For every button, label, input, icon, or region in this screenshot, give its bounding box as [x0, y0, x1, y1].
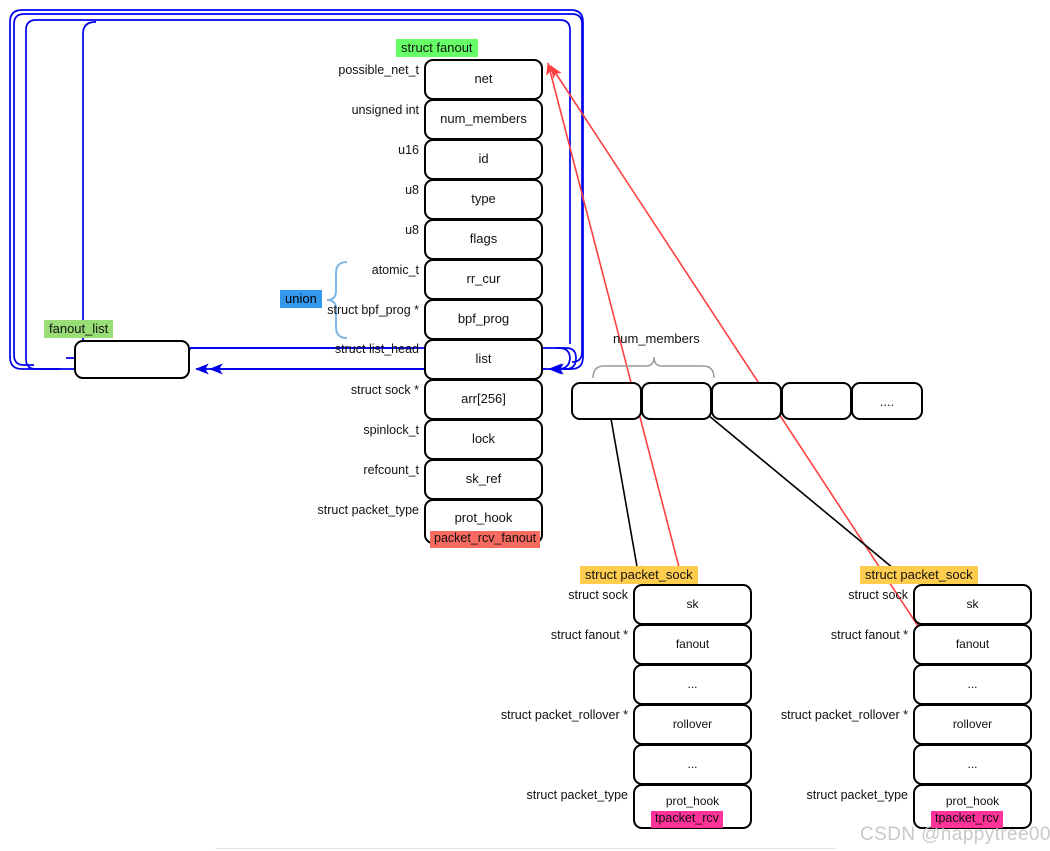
psr-field-rollover: rollover: [913, 704, 1032, 745]
union-label: union: [280, 290, 322, 308]
fanout-field-bpf_prog-label: bpf_prog: [457, 311, 510, 327]
psl-type-rollover: struct packet_rollover *: [500, 708, 628, 722]
psr-field-gap1-label: ...: [967, 676, 978, 691]
fanout-field-list: list: [424, 339, 543, 380]
psl-field-sk-label: sk: [686, 596, 699, 611]
fanout-list-node: [74, 340, 190, 379]
psl-field-gap2-label: ...: [687, 756, 698, 771]
arr-cell-2: [711, 382, 782, 420]
fanout-field-arr: arr[256]: [424, 379, 543, 420]
psr-field-gap2-label: ...: [967, 756, 978, 771]
fanout-field-type: type: [424, 179, 543, 220]
fanout-type-type: u8: [405, 183, 419, 197]
fanout-field-net-label: net: [474, 71, 493, 87]
packet-sock-right-title: struct packet_sock: [860, 566, 978, 584]
fanout-pointer-arrows: [546, 62, 936, 653]
fanout-field-sk_ref-label: sk_ref: [465, 471, 502, 487]
fanout-field-lock: lock: [424, 419, 543, 460]
fanout-field-net: net: [424, 59, 543, 100]
psl-field-gap2: ...: [633, 744, 752, 785]
fanout-field-arr-label: arr[256]: [461, 391, 506, 407]
fanout-type-flags: u8: [405, 223, 419, 237]
psr-field-gap2: ...: [913, 744, 1032, 785]
fanout-field-lock-label: lock: [471, 431, 496, 447]
fanout-field-flags: flags: [424, 219, 543, 260]
arr-cell-3: [781, 382, 852, 420]
psr-field-sk: sk: [913, 584, 1032, 625]
fanout-type-net: possible_net_t: [338, 63, 419, 77]
psl-type-prot_hook: struct packet_type: [526, 788, 628, 802]
psr-field-fanout-label: fanout: [955, 636, 990, 651]
psl-field-rollover-label: rollover: [672, 716, 713, 731]
psr-prot_hook-handler: tpacket_rcv: [931, 811, 1003, 828]
packet-sock-left-title: struct packet_sock: [580, 566, 698, 584]
num-members-brace: [592, 356, 715, 379]
fanout-type-prot_hook: struct packet_type: [317, 503, 419, 517]
fanout-field-num_members: num_members: [424, 99, 543, 140]
psl-field-gap1-label: ...: [687, 676, 698, 691]
array-member-arrows: [606, 395, 906, 579]
fanout-field-prot_hook-label: prot_hook: [454, 510, 513, 525]
diagram-canvas: struct fanout net possible_net_t num_mem…: [0, 0, 1050, 851]
struct-fanout-title: struct fanout: [396, 39, 478, 57]
num-members-brace-label: num_members: [613, 331, 700, 346]
fanout-type-rr_cur: atomic_t: [371, 263, 419, 277]
fanout-field-type-label: type: [471, 191, 496, 207]
fanout-field-sk_ref: sk_ref: [424, 459, 543, 500]
fanout-field-list-label: list: [475, 351, 492, 367]
psl-field-fanout-label: fanout: [675, 636, 710, 651]
arr-cell-0: [571, 382, 642, 420]
fanout-field-rr_cur: rr_cur: [424, 259, 543, 300]
arr-cell-1: [641, 382, 712, 420]
arr-cell-4: ....: [851, 382, 923, 420]
psr-type-sk: struct sock: [848, 588, 908, 602]
fanout-prot_hook-handler: packet_rcv_fanout: [430, 531, 541, 548]
fanout-type-sk_ref: refcount_t: [363, 463, 419, 477]
psr-type-fanout: struct fanout *: [830, 628, 908, 642]
fanout-field-bpf_prog: bpf_prog: [424, 299, 543, 340]
fanout-type-list: struct list_head: [334, 342, 419, 356]
psl-type-sk: struct sock: [568, 588, 628, 602]
fanout-type-lock: spinlock_t: [363, 423, 419, 437]
psl-type-fanout: struct fanout *: [550, 628, 628, 642]
psl-field-gap1: ...: [633, 664, 752, 705]
arr-cell-4-label: ....: [879, 393, 895, 409]
fanout-type-num_members: unsigned int: [351, 103, 419, 117]
psr-type-rollover: struct packet_rollover *: [780, 708, 908, 722]
psl-prot_hook-handler: tpacket_rcv: [651, 811, 723, 828]
psr-field-prot_hook-label: prot_hook: [945, 794, 1000, 808]
fanout-field-id-label: id: [478, 151, 489, 167]
psr-type-prot_hook: struct packet_type: [806, 788, 908, 802]
fanout-field-num_members-label: num_members: [440, 111, 527, 127]
fanout-type-id: u16: [398, 143, 419, 157]
psr-field-fanout: fanout: [913, 624, 1032, 665]
bottom-divider: [215, 848, 835, 849]
fanout-type-arr: struct sock *: [350, 383, 419, 397]
fanout-field-flags-label: flags: [469, 231, 498, 247]
fanout-field-rr_cur-label: rr_cur: [466, 271, 501, 287]
psr-field-rollover-label: rollover: [952, 716, 993, 731]
fanout-field-id: id: [424, 139, 543, 180]
psr-field-gap1: ...: [913, 664, 1032, 705]
fanout-list-title: fanout_list: [44, 320, 114, 338]
psr-field-sk-label: sk: [966, 596, 979, 611]
